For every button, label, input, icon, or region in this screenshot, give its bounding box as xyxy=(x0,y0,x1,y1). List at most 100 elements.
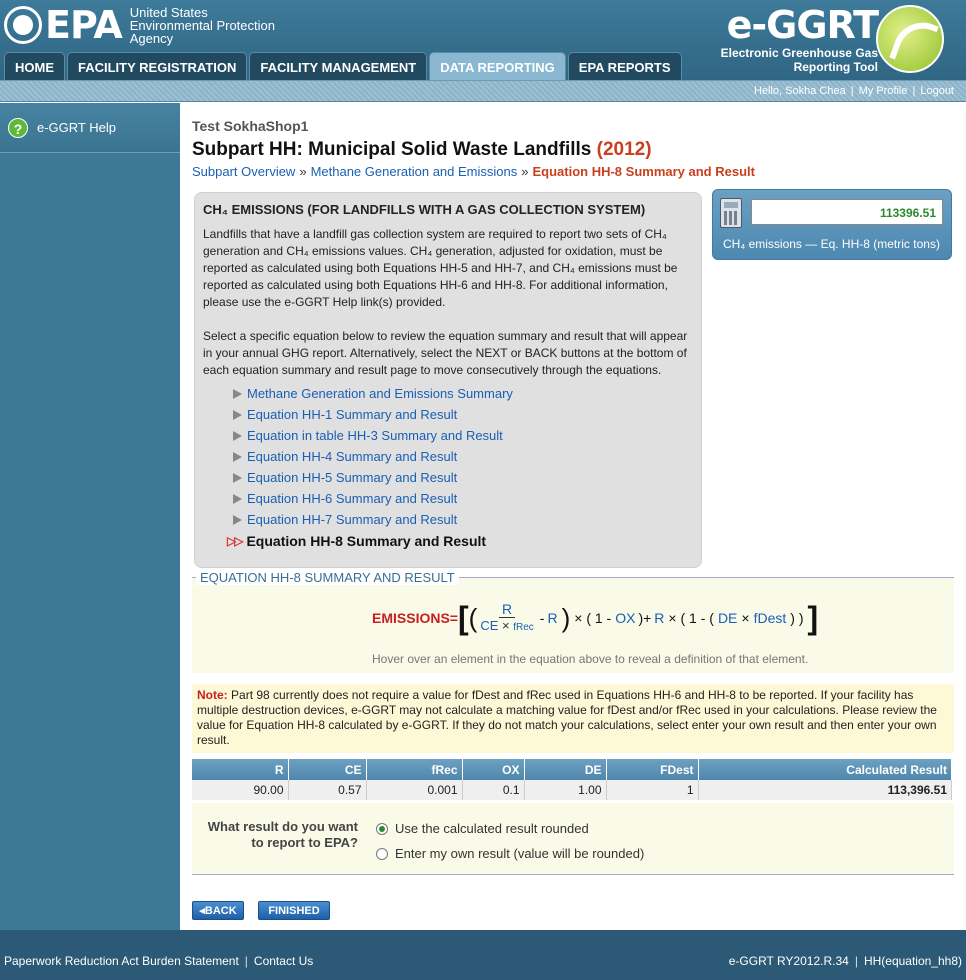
breadcrumb-current: Equation HH-8 Summary and Result xyxy=(532,164,755,179)
tab-data-reporting[interactable]: DATA REPORTING xyxy=(429,52,566,80)
agency-name: United States Environmental Protection A… xyxy=(130,6,275,45)
calculator-icon xyxy=(720,198,742,228)
paperwork-link[interactable]: Paperwork Reduction Act Burden Statement xyxy=(4,954,239,968)
page-title-text: Subpart HH: Municipal Solid Waste Landfi… xyxy=(192,139,592,160)
eq-r-2[interactable]: R xyxy=(654,610,664,626)
cell-fdest: 1 xyxy=(606,780,699,800)
breadcrumb: Subpart Overview» Methane Generation and … xyxy=(192,164,755,179)
equation-section-title: EQUATION HH-8 SUMMARY AND RESULT xyxy=(196,570,459,585)
eq-ox[interactable]: OX xyxy=(615,610,635,626)
current-equation-label: Equation HH-8 Summary and Result xyxy=(246,532,487,549)
col-ce: CE xyxy=(288,759,367,780)
note-label: Note: xyxy=(197,688,228,702)
sidebar-item-help[interactable]: ? e-GGRT Help xyxy=(0,103,180,153)
site-header: EPA United States Environmental Protecti… xyxy=(0,0,966,80)
site-footer: Paperwork Reduction Act Burden Statement… xyxy=(0,930,966,980)
user-bar: Hello, Sokha Chea | My Profile | Logout xyxy=(0,80,966,102)
cell-calculated-result: 113,396.51 xyxy=(698,780,952,800)
col-r: R xyxy=(192,759,289,780)
version-text: e-GGRT RY2012.R.34 xyxy=(728,954,849,968)
logout-link[interactable]: Logout xyxy=(920,85,954,97)
cell-ce: 0.57 xyxy=(288,780,367,800)
ggrt-subtitle-line-2: Reporting Tool xyxy=(793,60,878,74)
cell-frec: 0.001 xyxy=(366,780,463,800)
list-item: Equation HH-4 Summary and Result xyxy=(233,446,693,467)
cell-ox: 0.1 xyxy=(462,780,525,800)
list-item: Equation in table HH-3 Summary and Resul… xyxy=(233,425,693,446)
link-methane-summary[interactable]: Methane Generation and Emissions Summary xyxy=(247,386,513,401)
info-paragraph-2: Select a specific equation below to revi… xyxy=(203,329,688,377)
list-item-current: ▷▷ Equation HH-8 Summary and Result xyxy=(227,530,693,551)
tab-epa-reports[interactable]: EPA REPORTS xyxy=(567,52,682,80)
help-icon: ? xyxy=(8,117,28,138)
breadcrumb-methane-generation[interactable]: Methane Generation and Emissions xyxy=(311,164,518,179)
eq-denominator: CE × fRec xyxy=(480,617,534,633)
col-calculated-result: Calculated Result xyxy=(698,759,952,780)
report-question: What result do you want to report to EPA… xyxy=(192,819,358,851)
equation-display: EMISSIONS = [ ( R CE × fRec -R ) × ( 1 -O… xyxy=(372,600,819,636)
link-hh4[interactable]: Equation HH-4 Summary and Result xyxy=(247,449,457,464)
reporting-year: (2012) xyxy=(596,139,652,160)
finished-button[interactable]: FINISHED xyxy=(258,901,330,920)
radio-own-result[interactable] xyxy=(376,847,388,860)
eq-frec[interactable]: fRec xyxy=(513,622,534,633)
col-fdest: FDest xyxy=(606,759,699,780)
bird-emblem-icon xyxy=(876,5,944,73)
link-hh1[interactable]: Equation HH-1 Summary and Result xyxy=(247,407,457,422)
list-item: Methane Generation and Emissions Summary xyxy=(233,383,693,404)
report-question-line-2: to report to EPA? xyxy=(251,835,358,850)
eq-de[interactable]: DE xyxy=(718,610,737,626)
link-hh3[interactable]: Equation in table HH-3 Summary and Resul… xyxy=(247,428,503,443)
triangle-right-icon xyxy=(233,451,242,462)
list-item: Equation HH-6 Summary and Result xyxy=(233,488,693,509)
option-own-result[interactable]: Enter my own result (value will be round… xyxy=(376,846,644,861)
triangle-right-icon xyxy=(233,472,242,483)
eq-r-numerator[interactable]: R xyxy=(498,601,516,618)
table-header-row: R CE fRec OX DE FDest Calculated Result xyxy=(192,759,952,780)
triangle-right-icon xyxy=(233,430,242,441)
link-hh6[interactable]: Equation HH-6 Summary and Result xyxy=(247,491,457,506)
info-box: CH₄ EMISSIONS (FOR LANDFILLS WITH A GAS … xyxy=(194,192,702,568)
agency-line-1: United States xyxy=(129,4,208,20)
ggrt-branding: e-GGRT Electronic Greenhouse Gas Reporti… xyxy=(721,3,879,74)
tab-home[interactable]: HOME xyxy=(4,52,65,80)
info-paragraph-1: Landfills that have a landfill gas colle… xyxy=(203,227,678,309)
triangle-right-icon xyxy=(233,514,242,525)
my-profile-link[interactable]: My Profile xyxy=(859,85,908,97)
list-item: Equation HH-7 Summary and Result xyxy=(233,509,693,530)
list-item: Equation HH-5 Summary and Result xyxy=(233,467,693,488)
eq-fdest[interactable]: fDest xyxy=(754,610,787,626)
tab-facility-management[interactable]: FACILITY MANAGEMENT xyxy=(249,52,428,80)
eq-fraction: R CE × fRec xyxy=(480,601,533,636)
eq-ce[interactable]: CE xyxy=(480,618,498,633)
eq-emissions[interactable]: EMISSIONS xyxy=(372,610,450,626)
result-value: 113396.51 xyxy=(751,199,943,225)
equation-hover-hint: Hover over an element in the equation ab… xyxy=(372,652,809,666)
main-nav: HOME FACILITY REGISTRATION FACILITY MANA… xyxy=(4,52,684,80)
list-item: Equation HH-1 Summary and Result xyxy=(233,404,693,425)
breadcrumb-subpart-overview[interactable]: Subpart Overview xyxy=(192,164,295,179)
sidebar: ? e-GGRT Help xyxy=(0,103,180,930)
contact-us-link[interactable]: Contact Us xyxy=(254,954,313,968)
col-de: DE xyxy=(524,759,607,780)
result-table: R CE fRec OX DE FDest Calculated Result … xyxy=(192,759,952,800)
footer-links: Paperwork Reduction Act Burden Statement… xyxy=(4,954,314,968)
triangle-right-icon xyxy=(233,388,242,399)
link-hh7[interactable]: Equation HH-7 Summary and Result xyxy=(247,512,457,527)
back-button[interactable]: ◂BACK xyxy=(192,901,244,920)
link-hh5[interactable]: Equation HH-5 Summary and Result xyxy=(247,470,457,485)
agency-line-2: Environmental Protection xyxy=(129,17,275,33)
info-heading: CH₄ EMISSIONS (FOR LANDFILLS WITH A GAS … xyxy=(203,202,646,217)
option-calculated-label: Use the calculated result rounded xyxy=(395,821,589,836)
epa-logo[interactable]: EPA United States Environmental Protecti… xyxy=(4,4,275,46)
eq-r[interactable]: R xyxy=(547,610,557,626)
sidebar-item-label: e-GGRT Help xyxy=(37,120,116,135)
user-greeting: Hello, Sokha Chea xyxy=(753,85,846,97)
ggrt-logo-text: e-GGRT xyxy=(726,3,879,47)
radio-calculated[interactable] xyxy=(376,822,388,835)
report-question-line-1: What result do you want xyxy=(207,819,358,834)
tab-facility-registration[interactable]: FACILITY REGISTRATION xyxy=(67,52,248,80)
col-ox: OX xyxy=(462,759,525,780)
report-options: What result do you want to report to EPA… xyxy=(192,803,954,875)
option-calculated[interactable]: Use the calculated result rounded xyxy=(376,821,589,836)
